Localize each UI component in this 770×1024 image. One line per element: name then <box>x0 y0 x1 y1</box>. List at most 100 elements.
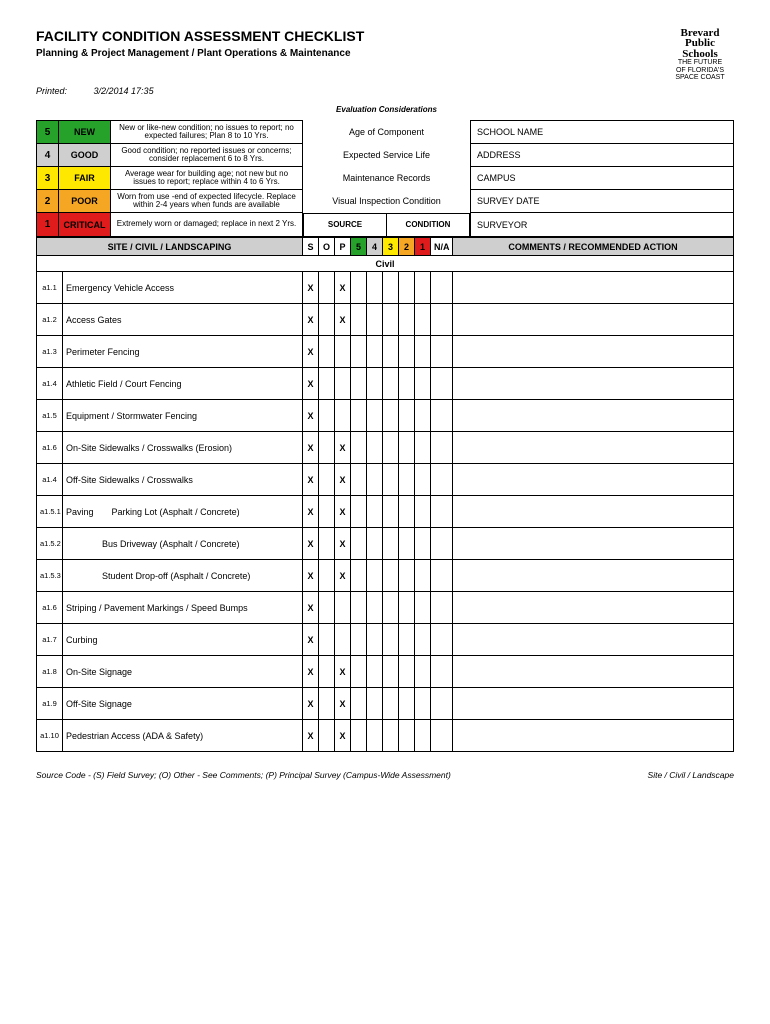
cond-1[interactable] <box>415 720 431 752</box>
address-field[interactable]: ADDRESS <box>471 144 734 167</box>
row-comments[interactable] <box>453 272 734 304</box>
cond-2[interactable] <box>399 496 415 528</box>
cond-5[interactable] <box>351 624 367 656</box>
cond-5[interactable] <box>351 560 367 592</box>
cond-1[interactable] <box>415 560 431 592</box>
cond-1[interactable] <box>415 272 431 304</box>
src-s[interactable]: X <box>303 624 319 656</box>
cond-2[interactable] <box>399 368 415 400</box>
cond-2[interactable] <box>399 336 415 368</box>
row-comments[interactable] <box>453 432 734 464</box>
src-s[interactable]: X <box>303 304 319 336</box>
src-o[interactable] <box>319 304 335 336</box>
cond-2[interactable] <box>399 528 415 560</box>
src-s[interactable]: X <box>303 272 319 304</box>
cond-2[interactable] <box>399 464 415 496</box>
cond-na[interactable] <box>431 464 453 496</box>
cond-1[interactable] <box>415 688 431 720</box>
src-p[interactable]: X <box>335 464 351 496</box>
src-p[interactable]: X <box>335 720 351 752</box>
row-comments[interactable] <box>453 528 734 560</box>
src-p[interactable] <box>335 368 351 400</box>
cond-na[interactable] <box>431 560 453 592</box>
cond-5[interactable] <box>351 400 367 432</box>
cond-4[interactable] <box>367 592 383 624</box>
row-comments[interactable] <box>453 464 734 496</box>
cond-5[interactable] <box>351 656 367 688</box>
cond-2[interactable] <box>399 304 415 336</box>
cond-2[interactable] <box>399 560 415 592</box>
src-o[interactable] <box>319 368 335 400</box>
row-comments[interactable] <box>453 368 734 400</box>
cond-5[interactable] <box>351 368 367 400</box>
cond-5[interactable] <box>351 432 367 464</box>
row-comments[interactable] <box>453 592 734 624</box>
src-o[interactable] <box>319 400 335 432</box>
cond-5[interactable] <box>351 688 367 720</box>
cond-na[interactable] <box>431 656 453 688</box>
cond-na[interactable] <box>431 688 453 720</box>
src-p[interactable]: X <box>335 496 351 528</box>
cond-na[interactable] <box>431 272 453 304</box>
cond-2[interactable] <box>399 432 415 464</box>
cond-3[interactable] <box>383 400 399 432</box>
cond-2[interactable] <box>399 688 415 720</box>
cond-4[interactable] <box>367 656 383 688</box>
cond-na[interactable] <box>431 368 453 400</box>
cond-3[interactable] <box>383 432 399 464</box>
cond-3[interactable] <box>383 368 399 400</box>
row-comments[interactable] <box>453 688 734 720</box>
cond-2[interactable] <box>399 624 415 656</box>
cond-2[interactable] <box>399 720 415 752</box>
row-comments[interactable] <box>453 624 734 656</box>
src-o[interactable] <box>319 624 335 656</box>
row-comments[interactable] <box>453 400 734 432</box>
cond-1[interactable] <box>415 624 431 656</box>
cond-1[interactable] <box>415 400 431 432</box>
src-s[interactable]: X <box>303 592 319 624</box>
cond-1[interactable] <box>415 368 431 400</box>
src-p[interactable] <box>335 400 351 432</box>
cond-3[interactable] <box>383 272 399 304</box>
cond-3[interactable] <box>383 464 399 496</box>
cond-1[interactable] <box>415 464 431 496</box>
src-o[interactable] <box>319 432 335 464</box>
src-o[interactable] <box>319 464 335 496</box>
cond-4[interactable] <box>367 624 383 656</box>
row-comments[interactable] <box>453 720 734 752</box>
cond-5[interactable] <box>351 336 367 368</box>
src-o[interactable] <box>319 272 335 304</box>
src-p[interactable] <box>335 336 351 368</box>
src-s[interactable]: X <box>303 560 319 592</box>
cond-4[interactable] <box>367 432 383 464</box>
src-o[interactable] <box>319 560 335 592</box>
cond-5[interactable] <box>351 528 367 560</box>
cond-1[interactable] <box>415 592 431 624</box>
cond-na[interactable] <box>431 304 453 336</box>
src-o[interactable] <box>319 720 335 752</box>
src-o[interactable] <box>319 528 335 560</box>
cond-3[interactable] <box>383 624 399 656</box>
cond-2[interactable] <box>399 656 415 688</box>
src-p[interactable] <box>335 624 351 656</box>
cond-4[interactable] <box>367 368 383 400</box>
cond-5[interactable] <box>351 272 367 304</box>
cond-1[interactable] <box>415 496 431 528</box>
src-s[interactable]: X <box>303 720 319 752</box>
cond-3[interactable] <box>383 528 399 560</box>
row-comments[interactable] <box>453 336 734 368</box>
campus-field[interactable]: CAMPUS <box>471 167 734 190</box>
cond-2[interactable] <box>399 592 415 624</box>
src-p[interactable]: X <box>335 688 351 720</box>
src-o[interactable] <box>319 688 335 720</box>
cond-3[interactable] <box>383 592 399 624</box>
src-p[interactable]: X <box>335 528 351 560</box>
src-s[interactable]: X <box>303 656 319 688</box>
src-o[interactable] <box>319 496 335 528</box>
cond-5[interactable] <box>351 592 367 624</box>
cond-4[interactable] <box>367 336 383 368</box>
cond-5[interactable] <box>351 464 367 496</box>
cond-1[interactable] <box>415 656 431 688</box>
src-s[interactable]: X <box>303 528 319 560</box>
cond-3[interactable] <box>383 688 399 720</box>
